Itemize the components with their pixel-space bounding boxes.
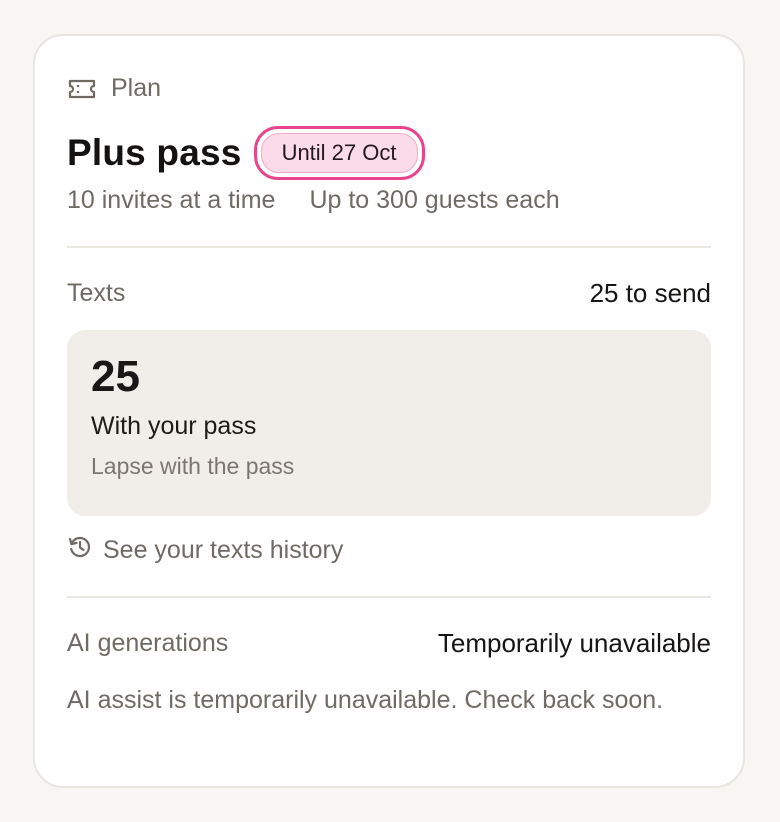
expiry-badge-label: Until 27 Oct <box>260 133 418 173</box>
texts-history-link[interactable]: See your texts history <box>67 534 343 567</box>
texts-header: Texts 25 to send <box>67 278 711 309</box>
plan-title: Plus pass <box>67 132 242 173</box>
texts-source-note: Lapse with the pass <box>91 453 295 479</box>
plan-features: 10 invites at a time Up to 300 guests ea… <box>67 186 560 215</box>
history-icon <box>67 534 93 567</box>
divider <box>67 246 711 248</box>
expiry-badge: Until 27 Oct <box>253 126 425 180</box>
texts-source-title: With your pass <box>91 412 257 440</box>
feature-guests: Up to 300 guests each <box>309 186 560 214</box>
divider <box>67 596 711 598</box>
texts-summary: 25 to send <box>589 278 711 308</box>
ticket-icon <box>67 78 97 100</box>
texts-balance-panel: 25 With your pass Lapse with the pass <box>67 330 711 516</box>
ai-header: AI generations Temporarily unavailable <box>67 628 711 659</box>
plan-title-row: Plus pass Until 27 Oct <box>67 126 425 180</box>
ai-description: AI assist is temporarily unavailable. Ch… <box>67 686 664 714</box>
texts-label: Texts <box>67 279 126 307</box>
texts-history-label: See your texts history <box>103 536 344 564</box>
ai-label: AI generations <box>67 629 229 657</box>
plan-card: Plan Plus pass Until 27 Oct 10 invites a… <box>33 34 745 788</box>
ai-status: Temporarily unavailable <box>437 628 711 658</box>
texts-count: 25 <box>91 352 140 401</box>
plan-section-label: Plan <box>111 74 162 102</box>
plan-section-header: Plan <box>67 74 161 103</box>
feature-invites: 10 invites at a time <box>67 186 276 214</box>
